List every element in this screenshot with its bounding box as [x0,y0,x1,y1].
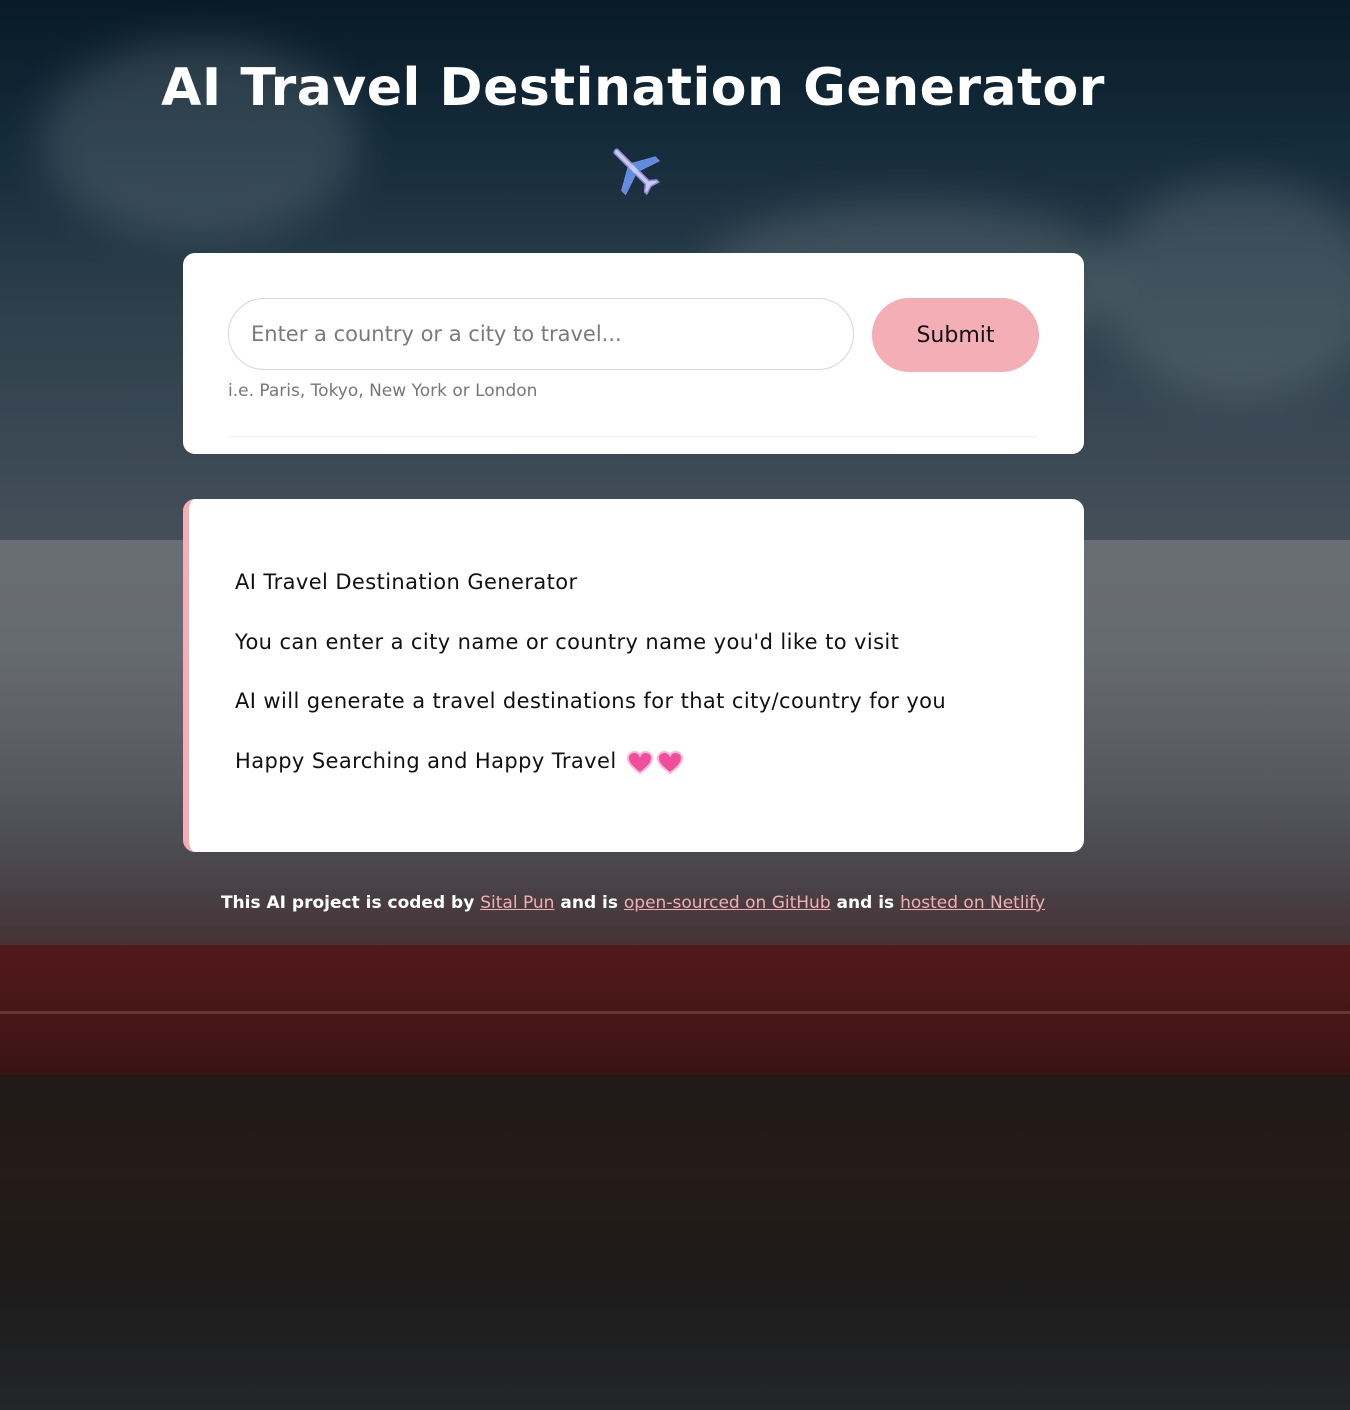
destination-input[interactable] [228,298,854,370]
info-line-text: Happy Searching and Happy Travel [235,749,617,773]
info-line: You can enter a city name or country nam… [235,630,900,654]
submit-button[interactable]: Submit [872,298,1039,372]
page-title: AI Travel Destination Generator [161,58,1105,118]
footer-text: and is [836,893,895,913]
info-line: AI will generate a travel destinations f… [235,689,947,713]
search-card: Submit i.e. Paris, Tokyo, New York or Lo… [183,253,1084,454]
footer-text: and is [560,893,618,913]
info-line-last: Happy Searching and Happy Travel [235,749,683,775]
footer: This AI project is coded by Sital Pun an… [0,893,1266,913]
heart-icon [626,750,653,774]
heart-icon [656,750,683,774]
github-link[interactable]: open-sourced on GitHub [624,893,831,913]
divider [228,436,1038,437]
input-hint: i.e. Paris, Tokyo, New York or London [228,381,538,401]
netlify-link[interactable]: hosted on Netlify [900,893,1045,913]
info-line: AI Travel Destination Generator [235,570,578,594]
airplane-icon [604,140,664,200]
hearts-group [623,750,683,775]
author-link[interactable]: Sital Pun [480,893,554,913]
footer-text: This AI project is coded by [220,893,475,913]
info-card: AI Travel Destination Generator You can … [183,499,1084,852]
